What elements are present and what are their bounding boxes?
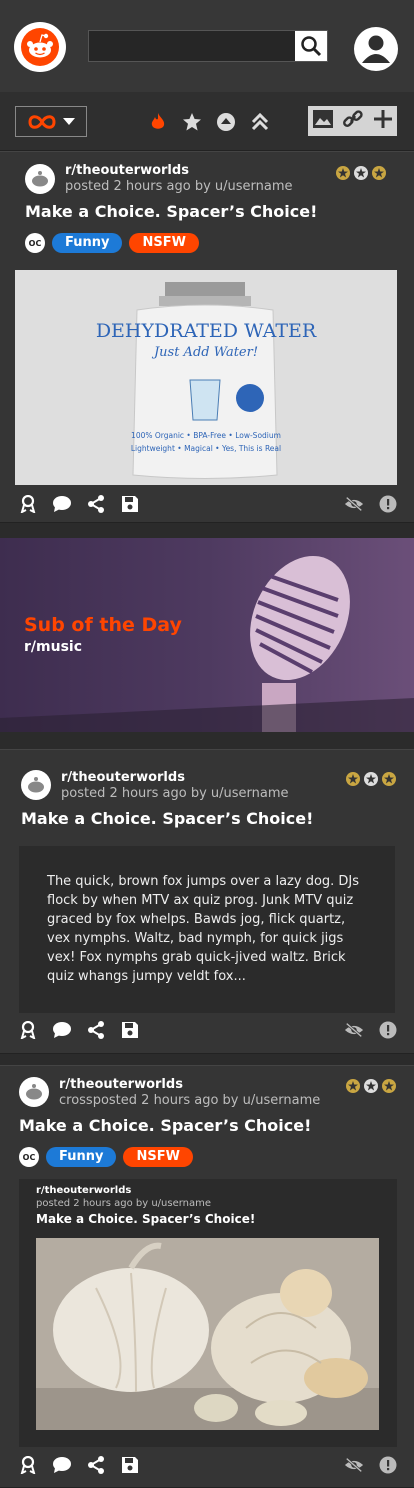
crosspost-embed[interactable]: r/theouterworlds posted 2 hours ago by u… — [19, 1179, 397, 1447]
view-mode-select[interactable] — [15, 106, 87, 137]
crosspost-title[interactable]: Make a Choice. Spacer’s Choice! — [36, 1212, 255, 1226]
can-label-fine-2: Lightweight • Magical • Yes, This is Rea… — [130, 444, 282, 453]
crosspost-meta: posted 2 hours ago by u/username — [36, 1198, 212, 1209]
search-input[interactable] — [88, 30, 328, 62]
save-icon[interactable] — [120, 1455, 140, 1475]
add-post-icon[interactable] — [373, 109, 393, 133]
subreddit-avatar[interactable] — [21, 770, 51, 800]
gold-award-icon — [346, 1079, 360, 1093]
post-title[interactable]: Make a Choice. Spacer’s Choice! — [21, 809, 313, 828]
oc-badge: OC — [19, 1147, 39, 1167]
subreddit-avatar[interactable] — [19, 1077, 49, 1107]
post-title[interactable]: Make a Choice. Spacer’s Choice! — [19, 1116, 311, 1135]
silver-award-icon — [364, 1079, 378, 1093]
create-post-group — [308, 106, 397, 136]
awards — [346, 772, 396, 786]
post-actions — [18, 494, 398, 516]
flair-funny[interactable]: Funny — [46, 1147, 117, 1167]
infinity-icon — [28, 114, 56, 129]
link-post-icon[interactable] — [342, 109, 364, 133]
chevron-down-icon — [63, 117, 75, 125]
share-icon[interactable] — [86, 494, 106, 514]
awards — [336, 166, 386, 180]
hide-icon[interactable] — [344, 494, 364, 514]
award-icon[interactable] — [18, 1455, 38, 1475]
gold-award-icon — [336, 166, 350, 180]
can-label-heading: DEHYDRATED WATER — [95, 320, 317, 342]
top-icon[interactable] — [248, 110, 272, 134]
crosspost-subreddit[interactable]: r/theouterworlds — [36, 1185, 131, 1196]
post-flairs: OC Funny NSFW — [25, 233, 199, 253]
comment-icon[interactable] — [52, 494, 72, 514]
banner-heading: Sub of the Day — [24, 614, 182, 636]
comment-icon[interactable] — [52, 1455, 72, 1475]
subreddit-avatar[interactable] — [25, 164, 55, 194]
subreddit-name[interactable]: r/theouterworlds — [61, 770, 185, 785]
subreddit-name[interactable]: r/theouterworlds — [65, 163, 189, 178]
platinum-award-icon — [382, 1079, 396, 1093]
report-icon[interactable] — [378, 1020, 398, 1040]
banner-subreddit[interactable]: r/music — [24, 639, 82, 655]
share-icon[interactable] — [86, 1455, 106, 1475]
report-icon[interactable] — [378, 1455, 398, 1475]
post-image[interactable]: DEHYDRATED WATER Just Add Water! 100% Or… — [15, 270, 397, 485]
flair-nsfw[interactable]: NSFW — [129, 233, 199, 253]
post-actions — [18, 1455, 398, 1477]
platinum-award-icon — [382, 772, 396, 786]
image-post-icon[interactable] — [312, 109, 334, 133]
post-meta: posted 2 hours ago by u/username — [61, 786, 289, 801]
top-bar — [0, 0, 414, 92]
post-actions — [18, 1020, 398, 1042]
award-icon[interactable] — [18, 494, 38, 514]
sort-options — [146, 110, 272, 134]
sub-of-the-day-banner[interactable]: Sub of the Day r/music — [0, 538, 414, 732]
subreddit-name[interactable]: r/theouterworlds — [59, 1077, 183, 1092]
reddit-logo-icon[interactable] — [14, 22, 66, 72]
post-card[interactable]: r/theouterworlds posted 2 hours ago by u… — [0, 749, 414, 1054]
post-title[interactable]: Make a Choice. Spacer’s Choice! — [25, 202, 317, 221]
silver-award-icon — [354, 166, 368, 180]
hide-icon[interactable] — [344, 1020, 364, 1040]
oc-badge: OC — [25, 233, 45, 253]
report-icon[interactable] — [378, 494, 398, 514]
can-label-fine: 100% Organic • BPA-Free • Low-Sodium — [131, 431, 281, 440]
search-icon[interactable] — [295, 31, 327, 61]
star-icon[interactable] — [180, 110, 204, 134]
crosspost-image[interactable] — [36, 1238, 379, 1430]
can-label-subheading: Just Add Water! — [153, 345, 259, 360]
save-icon[interactable] — [120, 1020, 140, 1040]
share-icon[interactable] — [86, 1020, 106, 1040]
gold-award-icon — [346, 772, 360, 786]
award-icon[interactable] — [18, 1020, 38, 1040]
comment-icon[interactable] — [52, 1020, 72, 1040]
rising-icon[interactable] — [214, 110, 238, 134]
save-icon[interactable] — [120, 494, 140, 514]
post-card[interactable]: r/theouterworlds crossposted 2 hours ago… — [0, 1065, 414, 1488]
post-meta: posted 2 hours ago by u/username — [65, 179, 293, 194]
hide-icon[interactable] — [344, 1455, 364, 1475]
post-flairs: OC Funny NSFW — [19, 1147, 193, 1167]
account-icon[interactable] — [354, 27, 398, 71]
platinum-award-icon — [372, 166, 386, 180]
silver-award-icon — [364, 772, 378, 786]
flair-funny[interactable]: Funny — [52, 233, 123, 253]
post-body-text[interactable]: The quick, brown fox jumps over a lazy d… — [19, 846, 395, 1013]
post-meta: crossposted 2 hours ago by u/username — [59, 1093, 321, 1108]
post-card[interactable]: r/theouterworlds posted 2 hours ago by u… — [0, 151, 414, 523]
hot-icon[interactable] — [146, 110, 170, 134]
flair-nsfw[interactable]: NSFW — [123, 1147, 193, 1167]
awards — [346, 1079, 396, 1093]
